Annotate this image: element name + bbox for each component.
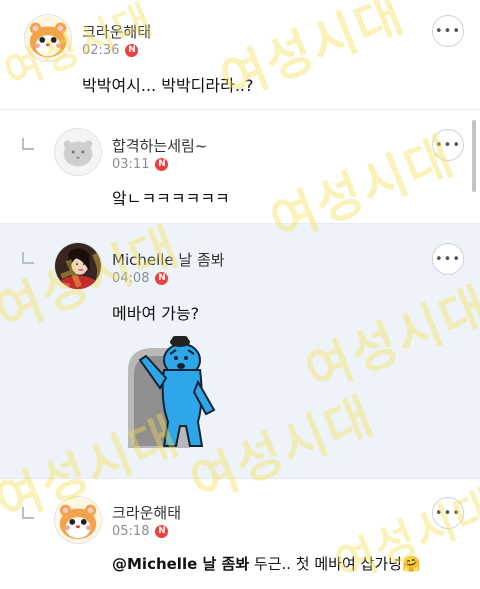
timestamp: 04:08 <box>112 271 150 286</box>
reply-arrow-icon <box>22 138 34 150</box>
blue-character-sticker-icon <box>128 336 216 448</box>
sticker-image[interactable] <box>120 330 224 450</box>
hugging-face-emoji-icon: 🤗 <box>401 555 421 573</box>
comment-item: 크라운해태 02:36 N 박박여시... 박박디라라..? ••• <box>0 0 480 110</box>
comment-item-highlighted: Michelle 날 좀봐 04:08 N 메바여 가능? ••• <box>0 224 480 478</box>
nickname[interactable]: Michelle 날 좀봐 <box>112 249 225 270</box>
nickname[interactable]: 합격하는세림~ <box>112 135 207 156</box>
timestamp: 05:18 <box>112 524 150 539</box>
nickname[interactable]: 크라운해태 <box>82 21 151 42</box>
hamster-avatar-icon <box>25 15 71 61</box>
comment-text: 앜ㄴㅋㅋㅋㅋㅋㅋ <box>112 189 230 208</box>
nickname[interactable]: 크라운해태 <box>112 502 181 523</box>
new-badge: N <box>155 525 169 538</box>
comment-text-row: @Michelle 날 좀봐 두근.. 첫 메바여 삽가넝🤗 <box>112 553 421 574</box>
reply-arrow-icon <box>22 252 34 264</box>
comment-text: 박박여시... 박박디라라..? <box>82 76 254 95</box>
comment-text: 메바여 가능? <box>112 304 200 323</box>
comment-item: 합격하는세림~ 03:11 N 앜ㄴㅋㅋㅋㅋㅋㅋ ••• <box>0 110 480 224</box>
more-options-button[interactable]: ••• <box>432 15 464 47</box>
new-badge: N <box>155 272 169 285</box>
comment-item: 크라운해태 05:18 N @Michelle 날 좀봐 두근.. 첫 메바여 … <box>0 478 480 589</box>
comment-meta: 05:18 N <box>112 524 169 539</box>
avatar[interactable] <box>24 14 72 62</box>
new-badge: N <box>155 158 169 171</box>
comment-meta: 02:36 N <box>82 43 139 58</box>
comment-meta: 03:11 N <box>112 157 169 172</box>
avatar[interactable] <box>54 128 102 176</box>
default-avatar-icon <box>55 129 101 175</box>
more-options-button[interactable]: ••• <box>432 497 464 529</box>
comment-meta: 04:08 N <box>112 271 169 286</box>
new-badge: N <box>125 44 139 57</box>
more-options-button[interactable]: ••• <box>432 129 464 161</box>
reply-arrow-icon <box>22 507 34 519</box>
more-options-button[interactable]: ••• <box>432 243 464 275</box>
mention-link[interactable]: @Michelle 날 좀봐 <box>112 555 249 573</box>
timestamp: 02:36 <box>82 43 120 58</box>
profile-photo-icon <box>55 243 101 289</box>
timestamp: 03:11 <box>112 157 150 172</box>
scrollbar-thumb[interactable] <box>472 120 476 192</box>
avatar[interactable] <box>54 496 102 544</box>
comment-text: 두근.. 첫 메바여 삽가넝 <box>249 555 402 573</box>
avatar[interactable] <box>54 242 102 290</box>
hamster-avatar-icon <box>55 497 101 543</box>
